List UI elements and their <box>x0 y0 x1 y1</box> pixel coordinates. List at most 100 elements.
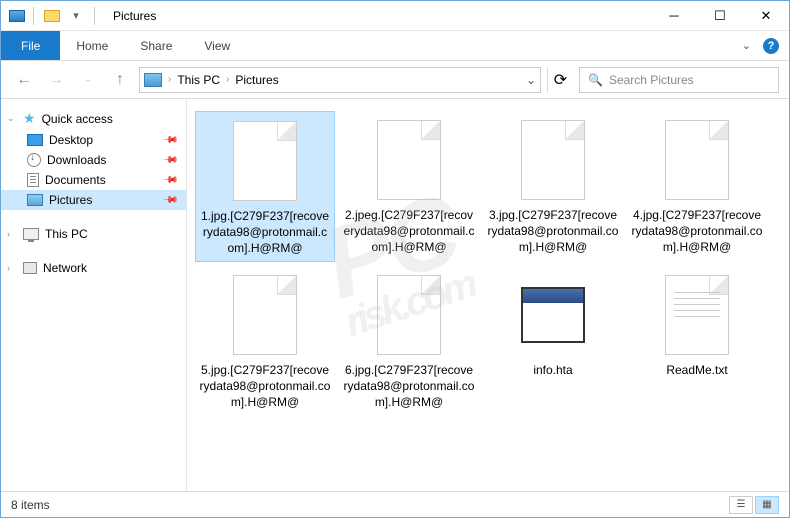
minimize-button[interactable]: ─ <box>651 1 697 31</box>
file-item[interactable]: 2.jpeg.[C279F237[recoverydata98@protonma… <box>339 111 479 262</box>
sidebar-network[interactable]: › Network <box>1 258 186 278</box>
ribbon-right: ⌄ ? <box>742 31 789 60</box>
window-title: Pictures <box>113 9 156 23</box>
pin-icon: 📌 <box>161 152 178 169</box>
address-bar-row: ← → ⌄ ↑ › This PC › Pictures ⌄ ⟳ 🔍 Searc… <box>1 61 789 99</box>
close-button[interactable]: ✕ <box>743 1 789 31</box>
pc-icon <box>23 228 39 240</box>
search-icon: 🔍 <box>588 73 603 87</box>
address-end: ⌄ <box>526 73 536 87</box>
sidebar-item-downloads[interactable]: Downloads 📌 <box>1 150 186 170</box>
sidebar-item-label: Desktop <box>49 133 93 147</box>
file-grid: 1.jpg.[C279F237[recoverydata98@protonmai… <box>195 111 781 414</box>
sidebar-this-pc[interactable]: › This PC <box>1 224 186 244</box>
file-item[interactable]: 3.jpg.[C279F237[recoverydata98@protonmai… <box>483 111 623 262</box>
network-icon <box>23 262 37 274</box>
qat-divider <box>33 7 34 25</box>
file-name: 4.jpg.[C279F237[recoverydata98@protonmai… <box>631 207 763 256</box>
up-button[interactable]: ↑ <box>107 67 133 93</box>
explorer-window: ▾ Pictures ─ ☐ ✕ File Home Share View ⌄ … <box>0 0 790 518</box>
location-icon <box>144 73 162 87</box>
desktop-icon <box>27 134 43 146</box>
titlebar: ▾ Pictures ─ ☐ ✕ <box>1 1 789 31</box>
pictures-icon <box>27 194 43 206</box>
expand-icon[interactable]: ⌄ <box>7 113 15 124</box>
file-thumbnail <box>220 116 310 206</box>
sidebar-quick-access[interactable]: ⌄ ★ Quick access <box>1 107 186 130</box>
sidebar-item-label: Downloads <box>47 153 106 167</box>
maximize-button[interactable]: ☐ <box>697 1 743 31</box>
sidebar-item-pictures[interactable]: Pictures 📌 <box>1 190 186 210</box>
file-thumbnail <box>220 270 310 360</box>
recent-dropdown-icon[interactable]: ⌄ <box>75 67 101 93</box>
file-name: 5.jpg.[C279F237[recoverydata98@protonmai… <box>199 362 331 411</box>
file-name: info.hta <box>533 362 572 378</box>
sidebar-item-label: Pictures <box>49 193 92 207</box>
tab-view[interactable]: View <box>188 31 246 60</box>
navigation-pane: ⌄ ★ Quick access Desktop 📌 Downloads 📌 D… <box>1 99 187 491</box>
pin-icon: 📌 <box>161 132 178 149</box>
unknown-file-icon <box>377 120 441 200</box>
main-area: ⌄ ★ Quick access Desktop 📌 Downloads 📌 D… <box>1 99 789 491</box>
file-name: 1.jpg.[C279F237[recoverydata98@protonmai… <box>200 208 330 257</box>
file-view[interactable]: 1.jpg.[C279F237[recoverydata98@protonmai… <box>187 99 789 491</box>
address-dropdown-icon[interactable]: ⌄ <box>526 73 536 87</box>
file-item[interactable]: 5.jpg.[C279F237[recoverydata98@protonmai… <box>195 266 335 415</box>
file-thumbnail <box>364 115 454 205</box>
file-tab[interactable]: File <box>1 31 60 60</box>
file-thumbnail <box>508 270 598 360</box>
breadcrumb-sep-icon[interactable]: › <box>226 74 229 85</box>
qat-dropdown-icon[interactable]: ▾ <box>66 6 86 26</box>
file-name: ReadMe.txt <box>666 362 727 378</box>
help-icon[interactable]: ? <box>763 38 779 54</box>
expand-icon[interactable]: › <box>7 263 10 273</box>
file-item[interactable]: 1.jpg.[C279F237[recoverydata98@protonmai… <box>195 111 335 262</box>
file-thumbnail <box>508 115 598 205</box>
file-name: 2.jpeg.[C279F237[recoverydata98@protonma… <box>343 207 475 256</box>
icons-view-button[interactable]: ▦ <box>755 496 779 514</box>
titlebar-left: ▾ Pictures <box>1 6 156 26</box>
address-bar[interactable]: › This PC › Pictures ⌄ <box>139 67 541 93</box>
unknown-file-icon <box>665 120 729 200</box>
folder-qat-icon[interactable] <box>42 6 62 26</box>
file-item[interactable]: info.hta <box>483 266 623 415</box>
file-item[interactable]: 6.jpg.[C279F237[recoverydata98@protonmai… <box>339 266 479 415</box>
sidebar-item-desktop[interactable]: Desktop 📌 <box>1 130 186 150</box>
ribbon-collapse-icon[interactable]: ⌄ <box>742 39 751 52</box>
pin-icon: 📌 <box>161 192 178 209</box>
file-name: 6.jpg.[C279F237[recoverydata98@protonmai… <box>343 362 475 411</box>
tab-share[interactable]: Share <box>124 31 188 60</box>
tab-home[interactable]: Home <box>60 31 124 60</box>
downloads-icon <box>27 153 41 167</box>
file-item[interactable]: ReadMe.txt <box>627 266 767 415</box>
qat-divider-2 <box>94 7 95 25</box>
breadcrumb-sep-icon[interactable]: › <box>168 74 171 85</box>
unknown-file-icon <box>233 275 297 355</box>
file-thumbnail <box>364 270 454 360</box>
pin-icon: 📌 <box>161 172 178 189</box>
network-label: Network <box>43 261 87 275</box>
sidebar-item-documents[interactable]: Documents 📌 <box>1 170 186 190</box>
refresh-button[interactable]: ⟳ <box>547 67 573 93</box>
breadcrumb-this-pc[interactable]: This PC <box>177 73 220 87</box>
status-bar: 8 items ☰ ▦ <box>1 491 789 517</box>
text-file-icon <box>665 275 729 355</box>
system-icon[interactable] <box>9 10 25 22</box>
item-count: 8 items <box>11 498 50 512</box>
details-view-button[interactable]: ☰ <box>729 496 753 514</box>
view-toggles: ☰ ▦ <box>729 496 779 514</box>
quick-access-label: Quick access <box>42 112 113 126</box>
sidebar-item-label: Documents <box>45 173 106 187</box>
back-button[interactable]: ← <box>11 67 37 93</box>
breadcrumb-pictures[interactable]: Pictures <box>235 73 278 87</box>
search-box[interactable]: 🔍 Search Pictures <box>579 67 779 93</box>
file-item[interactable]: 4.jpg.[C279F237[recoverydata98@protonmai… <box>627 111 767 262</box>
expand-icon[interactable]: › <box>7 229 10 239</box>
forward-button[interactable]: → <box>43 67 69 93</box>
ribbon: File Home Share View ⌄ ? <box>1 31 789 61</box>
unknown-file-icon <box>377 275 441 355</box>
documents-icon <box>27 173 39 187</box>
file-thumbnail <box>652 115 742 205</box>
unknown-file-icon <box>521 120 585 200</box>
file-thumbnail <box>652 270 742 360</box>
